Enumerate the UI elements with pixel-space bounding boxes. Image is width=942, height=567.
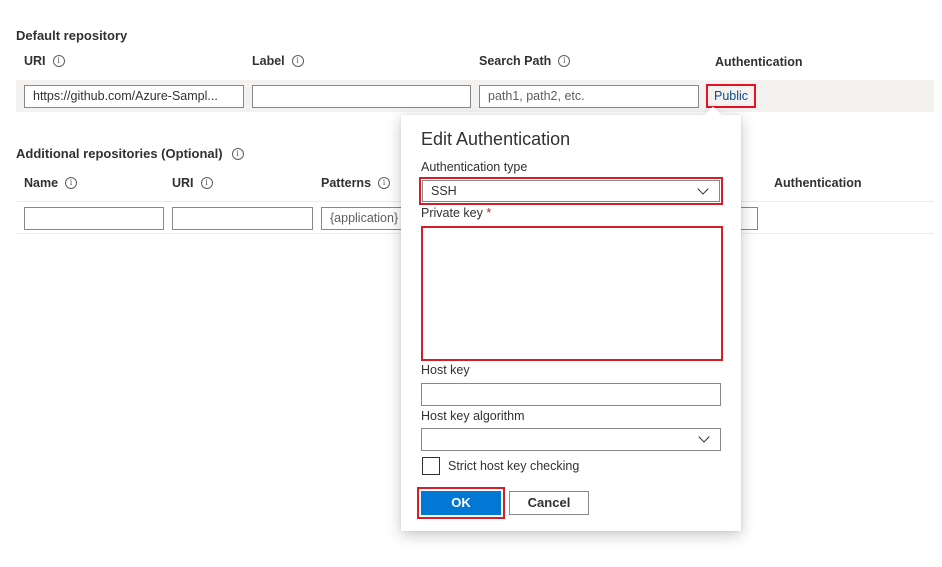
host-key-algorithm-dropdown[interactable]: [421, 428, 721, 451]
private-key-textarea[interactable]: [421, 226, 723, 361]
host-key-algorithm-label: Host key algorithm: [421, 409, 525, 423]
name-header-label: Name: [24, 176, 59, 190]
edit-authentication-dialog: Edit Authentication Authentication type …: [401, 115, 741, 531]
additional-uri-column-header: URI i: [172, 176, 213, 190]
uri-header-label: URI: [24, 54, 46, 68]
info-icon[interactable]: i: [52, 55, 65, 67]
info-icon[interactable]: i: [291, 55, 304, 67]
info-icon[interactable]: i: [200, 177, 213, 189]
info-icon[interactable]: i: [231, 147, 244, 160]
strict-host-key-label: Strict host key checking: [448, 459, 580, 473]
private-key-label-text: Private key: [421, 206, 483, 220]
strict-host-key-checking[interactable]: Strict host key checking: [422, 457, 579, 475]
additional-uri-input[interactable]: [172, 207, 313, 230]
auth-type-label: Authentication type: [421, 160, 528, 174]
label-column-header: Label i: [252, 54, 304, 68]
info-icon[interactable]: i: [378, 177, 391, 189]
ok-button[interactable]: OK: [421, 491, 501, 515]
dialog-title: Edit Authentication: [421, 129, 571, 149]
additional-repositories-title: Additional repositories (Optional) i: [16, 146, 244, 161]
additional-authentication-header-label: Authentication: [774, 176, 862, 190]
required-marker: *: [486, 206, 492, 220]
auth-type-dropdown[interactable]: SSH: [422, 180, 720, 202]
info-icon[interactable]: i: [65, 177, 78, 189]
additional-authentication-column-header: Authentication: [774, 176, 862, 190]
host-key-input[interactable]: [421, 383, 721, 406]
authentication-column-header: Authentication: [715, 55, 803, 69]
host-key-label: Host key: [421, 363, 470, 377]
chevron-down-icon: [697, 182, 709, 195]
uri-input[interactable]: https://github.com/Azure-Sampl...: [24, 85, 244, 108]
patterns-column-header: Patterns i: [321, 176, 391, 190]
additional-uri-header-label: URI: [172, 176, 194, 190]
info-icon[interactable]: i: [558, 55, 571, 67]
default-repository-title: Default repository: [16, 28, 128, 43]
search-path-column-header: Search Path i: [479, 54, 571, 68]
label-input[interactable]: [252, 85, 471, 108]
search-path-header-label: Search Path: [479, 54, 552, 68]
auth-type-value: SSH: [431, 183, 457, 198]
label-header-label: Label: [252, 54, 285, 68]
additional-repositories-label: Additional repositories (Optional): [16, 146, 223, 161]
patterns-input[interactable]: {application}: [321, 207, 411, 230]
uri-column-header: URI i: [24, 54, 65, 68]
strict-host-key-checkbox[interactable]: [422, 457, 440, 475]
private-key-label: Private key *: [421, 206, 491, 220]
search-path-input[interactable]: path1, path2, etc.: [479, 85, 699, 108]
chevron-down-icon: [698, 431, 710, 443]
name-column-header: Name i: [24, 176, 78, 190]
patterns-header-label: Patterns: [321, 176, 372, 190]
public-auth-link[interactable]: Public: [706, 84, 757, 108]
name-input[interactable]: [24, 207, 164, 230]
cancel-button[interactable]: Cancel: [509, 491, 589, 515]
authentication-header-label: Authentication: [715, 55, 803, 69]
